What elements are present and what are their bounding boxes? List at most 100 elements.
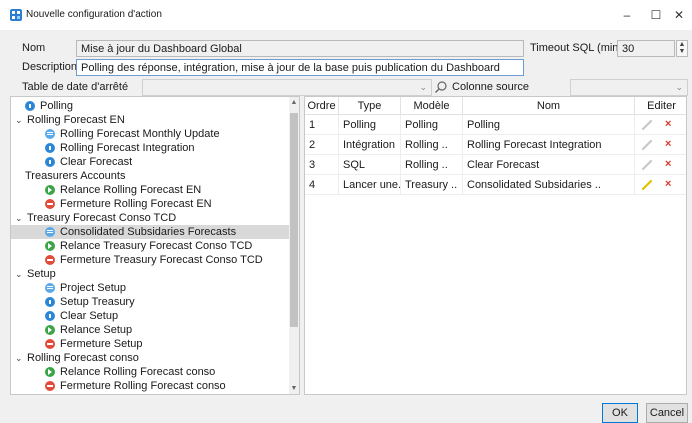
tree-item[interactable]: ⌄ Treasury Forecast Conso TCD <box>11 211 289 225</box>
tree-item[interactable]: Setup Treasury <box>11 295 289 309</box>
green-status-icon <box>45 367 55 377</box>
tree-item-label: Rolling Forecast Integration <box>60 142 195 154</box>
delete-icon[interactable]: × <box>665 158 671 170</box>
tree-item-label: Treasury Forecast Conso TCD <box>27 212 177 224</box>
chevron-down-icon[interactable]: ⌄ <box>15 113 25 127</box>
chevron-down-icon[interactable]: ⌄ <box>15 351 25 365</box>
tree-item[interactable]: Treasurers Accounts <box>11 169 289 183</box>
blue-status-icon <box>45 297 55 307</box>
tree-item-label: Setup Treasury <box>60 296 135 308</box>
blue-status-icon <box>45 157 55 167</box>
tree-item[interactable]: Polling <box>11 99 289 113</box>
red-status-icon <box>45 199 55 209</box>
tree-scrollbar[interactable]: ▲ ▼ <box>289 97 299 394</box>
delete-icon[interactable]: × <box>665 118 671 130</box>
tree-item-label: Rolling Forecast conso <box>27 352 139 364</box>
tree-item[interactable]: ⌄ Rolling Forecast EN <box>11 113 289 127</box>
action-tree[interactable]: Polling ⌄ Rolling Forecast EN Rolling Forec… <box>10 96 300 395</box>
cell-order[interactable]: 4 <box>305 175 339 195</box>
name-input[interactable]: Mise à jour du Dashboard Global <box>76 40 524 57</box>
ok-button[interactable]: OK <box>602 403 638 423</box>
blue-status-icon <box>25 101 35 111</box>
tree-item[interactable]: Rolling Forecast Integration <box>11 141 289 155</box>
cell-name[interactable]: Clear Forecast <box>463 155 635 175</box>
scroll-thumb[interactable] <box>290 113 298 327</box>
cell-type[interactable]: SQL <box>339 155 401 175</box>
pencil-icon[interactable] <box>641 119 653 131</box>
tree-item-label: Polling <box>40 100 74 112</box>
column-header-edit: Editer <box>635 97 686 115</box>
description-input[interactable]: Polling des réponse, intégration, mise à… <box>76 59 524 76</box>
tree-item[interactable]: ⌄ Rolling Forecast conso <box>11 351 289 365</box>
tree-item-label: Treasurers Accounts <box>25 170 126 182</box>
timeout-input[interactable]: 30 <box>617 40 675 57</box>
delete-icon[interactable]: × <box>665 178 671 190</box>
tree-item[interactable]: Fermeture Rolling Forecast EN <box>11 197 289 211</box>
tree-item[interactable]: Relance Rolling Forecast EN <box>11 183 289 197</box>
cell-type[interactable]: Intégration <box>339 135 401 155</box>
cell-name[interactable]: Polling <box>463 115 635 135</box>
app-icon <box>10 9 22 21</box>
cancel-button[interactable]: Cancel <box>646 403 688 423</box>
pencil-icon[interactable] <box>641 179 653 191</box>
cell-order[interactable]: 1 <box>305 115 339 135</box>
tree-item[interactable]: Clear Setup <box>11 309 289 323</box>
tree-item[interactable]: Relance Setup <box>11 323 289 337</box>
red-status-icon <box>45 255 55 265</box>
delete-icon[interactable]: × <box>665 138 671 150</box>
column-header-type[interactable]: Type <box>339 97 401 115</box>
tree-item-label: Relance Rolling Forecast EN <box>60 184 202 196</box>
cell-order[interactable]: 2 <box>305 135 339 155</box>
source-column-label: Colonne source <box>452 81 530 93</box>
source-column-select[interactable]: ⌄ <box>570 79 688 96</box>
cell-model[interactable]: Rolling .. <box>401 135 463 155</box>
cell-model[interactable]: Rolling .. <box>401 155 463 175</box>
cell-name[interactable]: Consolidated Subsidaries .. <box>463 175 635 195</box>
tree-item-label: Fermeture Rolling Forecast EN <box>60 198 212 210</box>
chevron-down-icon[interactable]: ⌄ <box>15 267 25 281</box>
timeout-spinner[interactable]: ▲ ▼ <box>676 40 688 57</box>
cell-type[interactable]: Lancer une.. <box>339 175 401 195</box>
description-label: Description <box>22 61 78 73</box>
column-header-order[interactable]: Ordre <box>305 97 339 115</box>
tree-item[interactable]: Rolling Forecast Monthly Update <box>11 127 289 141</box>
scroll-up-icon[interactable]: ▲ <box>289 99 299 106</box>
search-icon[interactable] <box>434 80 448 94</box>
window-title: Nouvelle configuration d'action <box>26 9 162 20</box>
lightblue-status-icon <box>45 227 55 237</box>
lightblue-status-icon <box>45 129 55 139</box>
cell-name[interactable]: Rolling Forecast Integration <box>463 135 635 155</box>
minimize-button[interactable]: – <box>612 0 642 30</box>
tree-item-label: Rolling Forecast EN <box>27 114 125 126</box>
chevron-down-icon[interactable]: ⌄ <box>15 211 25 225</box>
tree-item[interactable]: Relance Treasury Forecast Conso TCD <box>11 239 289 253</box>
tree-item-label: Clear Setup <box>60 310 119 322</box>
tree-item[interactable]: Fermeture Rolling Forecast conso <box>11 379 289 393</box>
cell-type[interactable]: Polling <box>339 115 401 135</box>
tree-item[interactable]: Clear Forecast <box>11 155 289 169</box>
date-table-select[interactable]: ⌄ <box>142 79 432 96</box>
tree-item-label: Consolidated Subsidaries Forecasts <box>60 226 237 238</box>
tree-item[interactable]: Relance Rolling Forecast conso <box>11 365 289 379</box>
cell-model[interactable]: Treasury .. <box>401 175 463 195</box>
column-header-model[interactable]: Modèle <box>401 97 463 115</box>
cell-model[interactable]: Polling <box>401 115 463 135</box>
pencil-icon[interactable] <box>641 139 653 151</box>
tree-item[interactable]: ⌄ Setup <box>11 267 289 281</box>
tree-item-label: Setup <box>27 268 56 280</box>
tree-item[interactable]: Project Setup <box>11 281 289 295</box>
pencil-icon[interactable] <box>641 159 653 171</box>
close-button[interactable]: ✕ <box>664 0 692 30</box>
lightblue-status-icon <box>45 283 55 293</box>
tree-item[interactable]: Fermeture Setup <box>11 337 289 351</box>
tree-item-label: Relance Rolling Forecast conso <box>60 366 216 378</box>
column-header-name[interactable]: Nom <box>463 97 635 115</box>
cell-order[interactable]: 3 <box>305 155 339 175</box>
timeout-label: Timeout SQL (min) <box>530 42 623 54</box>
chevron-down-icon: ⌄ <box>675 82 683 92</box>
scroll-down-icon[interactable]: ▼ <box>289 385 299 392</box>
tree-item[interactable]: Fermeture Treasury Forecast Conso TCD <box>11 253 289 267</box>
tree-item[interactable]: Consolidated Subsidaries Forecasts <box>11 225 289 239</box>
tree-item-label: Fermeture Treasury Forecast Conso TCD <box>60 254 263 266</box>
blue-status-icon <box>45 311 55 321</box>
